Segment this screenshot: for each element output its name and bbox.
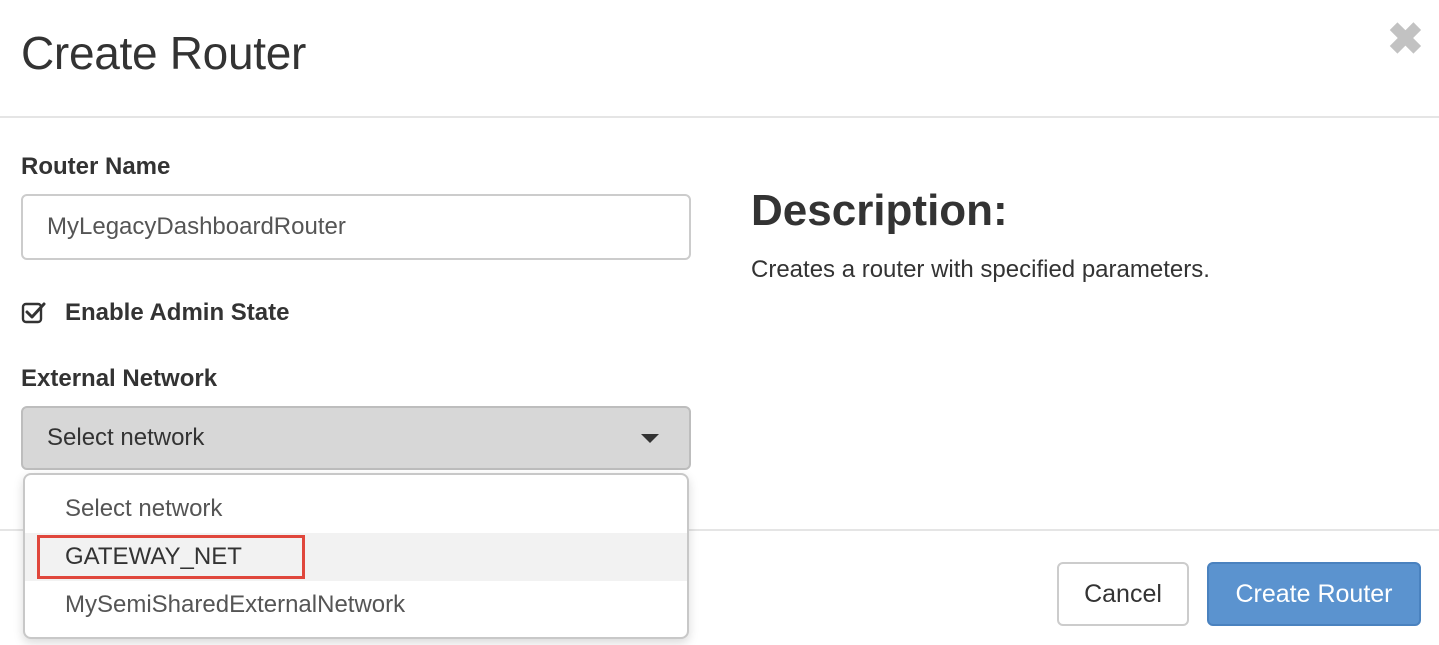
admin-state-checkbox-row[interactable]: Enable Admin State [21, 296, 289, 330]
external-network-label: External Network [21, 365, 218, 392]
select-value: Select network [47, 424, 205, 451]
network-dropdown-list: Select network GATEWAY_NET MySemiSharedE… [23, 473, 689, 639]
modal-title: Create Router [21, 27, 307, 79]
description-title: Description: [751, 186, 1008, 235]
caret-down-icon [641, 433, 659, 443]
close-icon[interactable]: ✖ [1387, 18, 1424, 62]
external-network-select[interactable]: Select network [21, 406, 691, 470]
description-text: Creates a router with specified paramete… [751, 256, 1210, 283]
modal-header: Create Router ✖ [0, 0, 1439, 118]
router-name-label: Router Name [21, 153, 171, 180]
cancel-button[interactable]: Cancel [1057, 562, 1189, 626]
annotation-highlight-box [37, 535, 305, 579]
router-name-input[interactable] [21, 194, 691, 260]
dropdown-option[interactable]: MySemiSharedExternalNetwork [25, 581, 687, 629]
checkbox-checked-icon[interactable] [21, 300, 47, 326]
dropdown-option[interactable]: Select network [25, 485, 687, 533]
admin-state-label: Enable Admin State [65, 299, 290, 326]
create-router-button[interactable]: Create Router [1207, 562, 1421, 626]
